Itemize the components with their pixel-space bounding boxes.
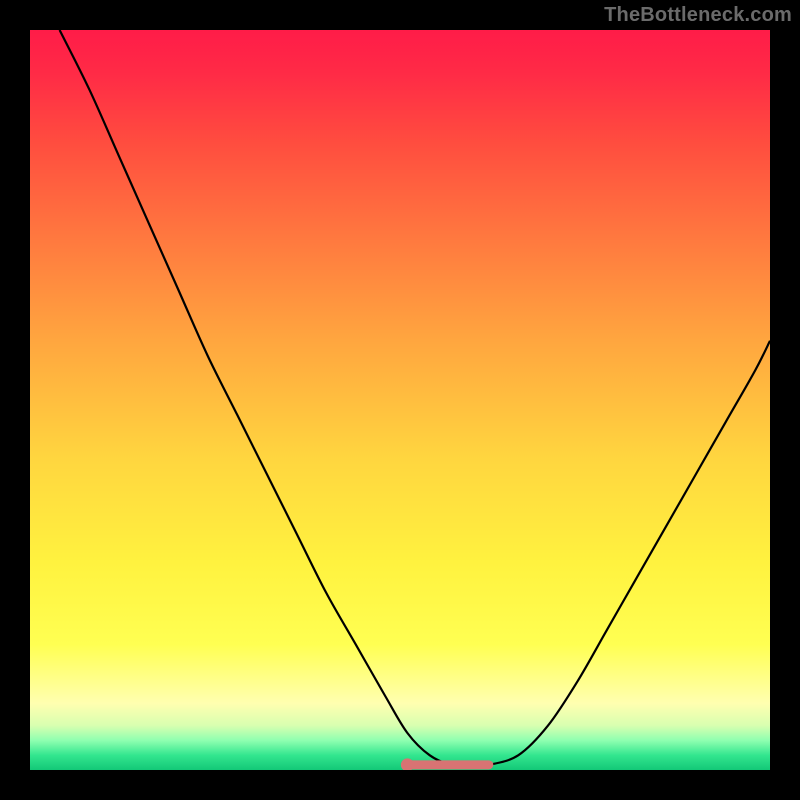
watermark-text: TheBottleneck.com [604, 4, 792, 27]
optimal-range-start-dot [401, 758, 414, 770]
chart-frame: TheBottleneck.com [0, 0, 800, 800]
bottleneck-curve-path [60, 30, 770, 766]
plot-area [30, 30, 770, 770]
bottleneck-curve-svg [30, 30, 770, 770]
